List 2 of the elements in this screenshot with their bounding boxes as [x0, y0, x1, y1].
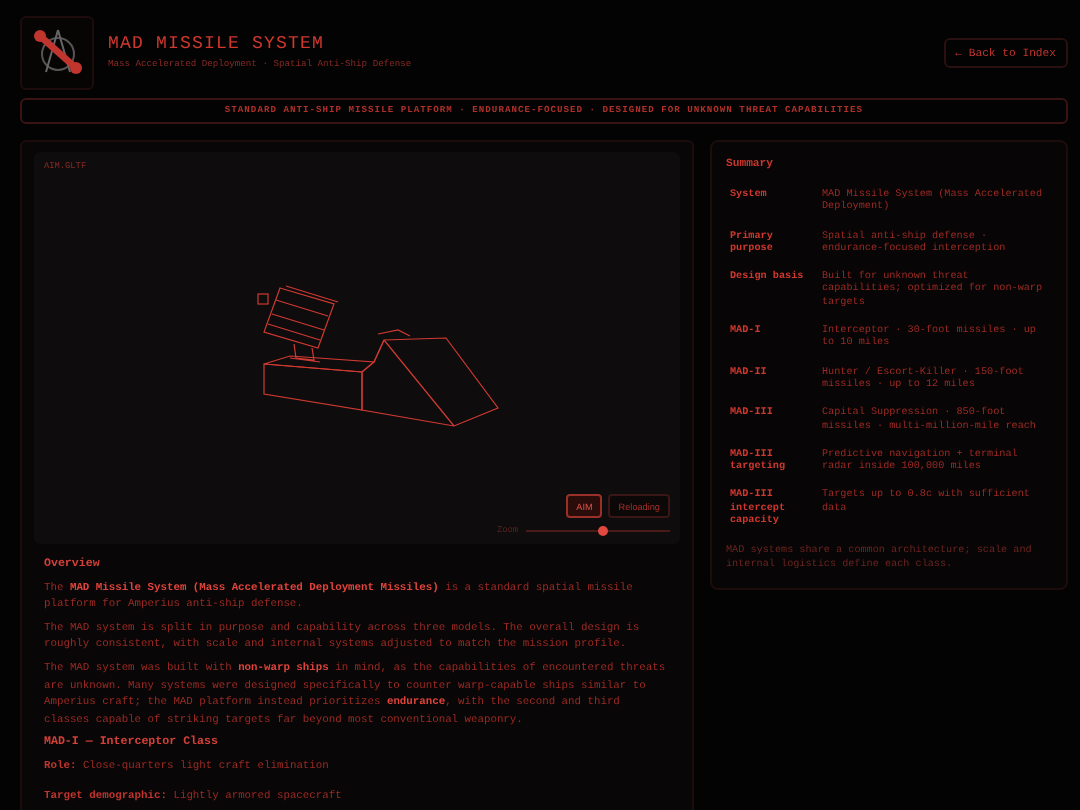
page-title: MAD MISSILE SYSTEM — [108, 34, 327, 54]
zoom-thumb[interactable] — [598, 525, 609, 536]
